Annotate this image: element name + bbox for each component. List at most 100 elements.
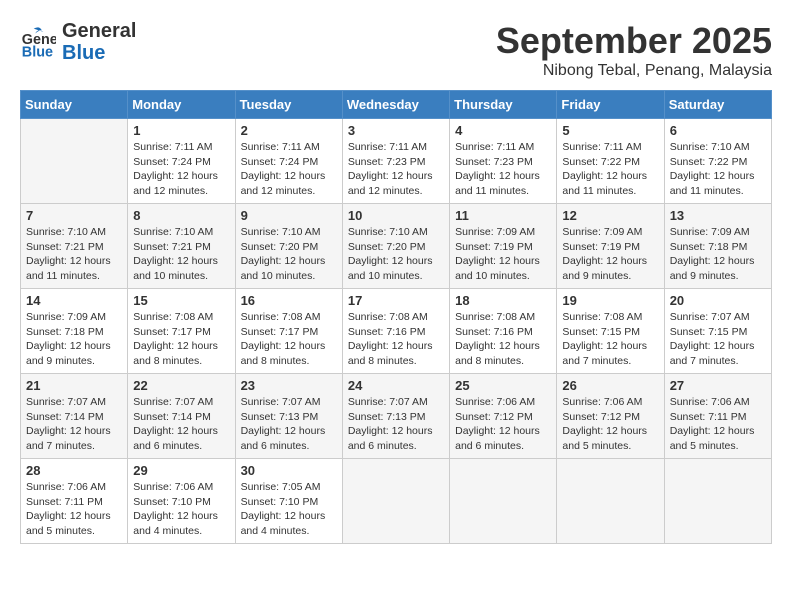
day-number: 19 [562,293,658,308]
calendar-cell: 19 Sunrise: 7:08 AM Sunset: 7:15 PM Dayli… [557,289,664,374]
calendar-cell: 28 Sunrise: 7:06 AM Sunset: 7:11 PM Dayli… [21,459,128,544]
day-number: 26 [562,378,658,393]
day-info: Sunrise: 7:10 AM Sunset: 7:21 PM Dayligh… [133,225,229,284]
day-header-tuesday: Tuesday [235,91,342,119]
calendar-cell: 27Sunrise: 7:06 AM Sunset: 7:11 PM Dayli… [664,374,771,459]
day-number: 9 [241,208,337,223]
calendar-cell: 11 Sunrise: 7:09 AM Sunset: 7:19 PM Dayli… [450,204,557,289]
day-number: 8 [133,208,229,223]
calendar-cell: 15 Sunrise: 7:08 AM Sunset: 7:17 PM Dayli… [128,289,235,374]
day-header-saturday: Saturday [664,91,771,119]
day-number: 28 [26,463,122,478]
day-info: Sunrise: 7:11 AM Sunset: 7:23 PM Dayligh… [348,140,444,199]
day-info: Sunrise: 7:10 AM Sunset: 7:22 PM Dayligh… [670,140,766,199]
day-info: Sunrise: 7:06 AM Sunset: 7:10 PM Dayligh… [133,480,229,539]
day-number: 20 [670,293,766,308]
svg-text:Blue: Blue [22,44,53,60]
day-info: Sunrise: 7:07 AM Sunset: 7:14 PM Dayligh… [26,395,122,454]
location-subtitle: Nibong Tebal, Penang, Malaysia [496,62,772,80]
calendar-cell: 8 Sunrise: 7:10 AM Sunset: 7:21 PM Daylig… [128,204,235,289]
calendar-cell: 9 Sunrise: 7:10 AM Sunset: 7:20 PM Daylig… [235,204,342,289]
day-info: Sunrise: 7:09 AM Sunset: 7:18 PM Dayligh… [26,310,122,369]
page-header: General Blue General Blue September 2025… [20,20,772,80]
day-number: 17 [348,293,444,308]
calendar-cell: 12 Sunrise: 7:09 AM Sunset: 7:19 PM Dayli… [557,204,664,289]
day-number: 12 [562,208,658,223]
day-info: Sunrise: 7:09 AM Sunset: 7:19 PM Dayligh… [455,225,551,284]
day-header-thursday: Thursday [450,91,557,119]
day-number: 21 [26,378,122,393]
day-info: Sunrise: 7:07 AM Sunset: 7:15 PM Dayligh… [670,310,766,369]
day-number: 6 [670,123,766,138]
day-number: 15 [133,293,229,308]
day-info: Sunrise: 7:11 AM Sunset: 7:24 PM Dayligh… [241,140,337,199]
calendar-table: SundayMondayTuesdayWednesdayThursdayFrid… [20,90,772,544]
day-info: Sunrise: 7:05 AM Sunset: 7:10 PM Dayligh… [241,480,337,539]
day-info: Sunrise: 7:11 AM Sunset: 7:22 PM Dayligh… [562,140,658,199]
calendar-cell: 6 Sunrise: 7:10 AM Sunset: 7:22 PM Daylig… [664,119,771,204]
day-number: 7 [26,208,122,223]
calendar-cell: 21 Sunrise: 7:07 AM Sunset: 7:14 PM Dayli… [21,374,128,459]
calendar-cell: 4 Sunrise: 7:11 AM Sunset: 7:23 PM Daylig… [450,119,557,204]
day-info: Sunrise: 7:11 AM Sunset: 7:23 PM Dayligh… [455,140,551,199]
day-info: Sunrise: 7:08 AM Sunset: 7:17 PM Dayligh… [241,310,337,369]
day-number: 1 [133,123,229,138]
logo-icon: General Blue [20,24,56,60]
day-info: Sunrise: 7:07 AM Sunset: 7:13 PM Dayligh… [241,395,337,454]
calendar-cell [342,459,449,544]
day-info: Sunrise: 7:11 AM Sunset: 7:24 PM Dayligh… [133,140,229,199]
day-number: 24 [348,378,444,393]
calendar-cell: 16 Sunrise: 7:08 AM Sunset: 7:17 PM Dayli… [235,289,342,374]
calendar-cell [21,119,128,204]
day-header-friday: Friday [557,91,664,119]
day-number: 11 [455,208,551,223]
calendar-cell: 3 Sunrise: 7:11 AM Sunset: 7:23 PM Daylig… [342,119,449,204]
day-info: Sunrise: 7:09 AM Sunset: 7:18 PM Dayligh… [670,225,766,284]
calendar-cell: 24 Sunrise: 7:07 AM Sunset: 7:13 PM Dayli… [342,374,449,459]
calendar-cell [450,459,557,544]
day-info: Sunrise: 7:08 AM Sunset: 7:16 PM Dayligh… [455,310,551,369]
month-title: September 2025 [496,20,772,62]
calendar-cell: 2 Sunrise: 7:11 AM Sunset: 7:24 PM Daylig… [235,119,342,204]
day-info: Sunrise: 7:07 AM Sunset: 7:13 PM Dayligh… [348,395,444,454]
day-number: 30 [241,463,337,478]
day-info: Sunrise: 7:08 AM Sunset: 7:17 PM Dayligh… [133,310,229,369]
day-info: Sunrise: 7:06 AM Sunset: 7:11 PM Dayligh… [26,480,122,539]
day-number: 14 [26,293,122,308]
calendar-cell: 7 Sunrise: 7:10 AM Sunset: 7:21 PM Daylig… [21,204,128,289]
day-number: 10 [348,208,444,223]
calendar-cell: 14 Sunrise: 7:09 AM Sunset: 7:18 PM Dayli… [21,289,128,374]
day-number: 18 [455,293,551,308]
day-number: 23 [241,378,337,393]
day-info: Sunrise: 7:10 AM Sunset: 7:21 PM Dayligh… [26,225,122,284]
day-info: Sunrise: 7:09 AM Sunset: 7:19 PM Dayligh… [562,225,658,284]
day-number: 16 [241,293,337,308]
day-info: Sunrise: 7:08 AM Sunset: 7:16 PM Dayligh… [348,310,444,369]
calendar-cell: 29 Sunrise: 7:06 AM Sunset: 7:10 PM Dayli… [128,459,235,544]
day-number: 2 [241,123,337,138]
day-info: Sunrise: 7:08 AM Sunset: 7:15 PM Dayligh… [562,310,658,369]
day-number: 27 [670,378,766,393]
calendar-cell: 26 Sunrise: 7:06 AM Sunset: 7:12 PM Dayli… [557,374,664,459]
day-number: 29 [133,463,229,478]
day-header-wednesday: Wednesday [342,91,449,119]
calendar-cell: 1 Sunrise: 7:11 AM Sunset: 7:24 PM Daylig… [128,119,235,204]
title-block: September 2025 Nibong Tebal, Penang, Mal… [496,20,772,80]
calendar-cell: 30 Sunrise: 7:05 AM Sunset: 7:10 PM Dayli… [235,459,342,544]
calendar-cell: 22 Sunrise: 7:07 AM Sunset: 7:14 PM Dayli… [128,374,235,459]
day-header-monday: Monday [128,91,235,119]
day-number: 25 [455,378,551,393]
calendar-cell: 25Sunrise: 7:06 AM Sunset: 7:12 PM Dayli… [450,374,557,459]
day-number: 3 [348,123,444,138]
calendar-cell: 13Sunrise: 7:09 AM Sunset: 7:18 PM Dayli… [664,204,771,289]
day-number: 5 [562,123,658,138]
day-info: Sunrise: 7:07 AM Sunset: 7:14 PM Dayligh… [133,395,229,454]
day-info: Sunrise: 7:06 AM Sunset: 7:12 PM Dayligh… [562,395,658,454]
day-info: Sunrise: 7:10 AM Sunset: 7:20 PM Dayligh… [241,225,337,284]
logo: General Blue General Blue [20,20,136,64]
day-number: 4 [455,123,551,138]
calendar-cell: 17 Sunrise: 7:08 AM Sunset: 7:16 PM Dayli… [342,289,449,374]
calendar-cell: 20 Sunrise: 7:07 AM Sunset: 7:15 PM Dayli… [664,289,771,374]
day-number: 22 [133,378,229,393]
calendar-cell: 10Sunrise: 7:10 AM Sunset: 7:20 PM Dayli… [342,204,449,289]
